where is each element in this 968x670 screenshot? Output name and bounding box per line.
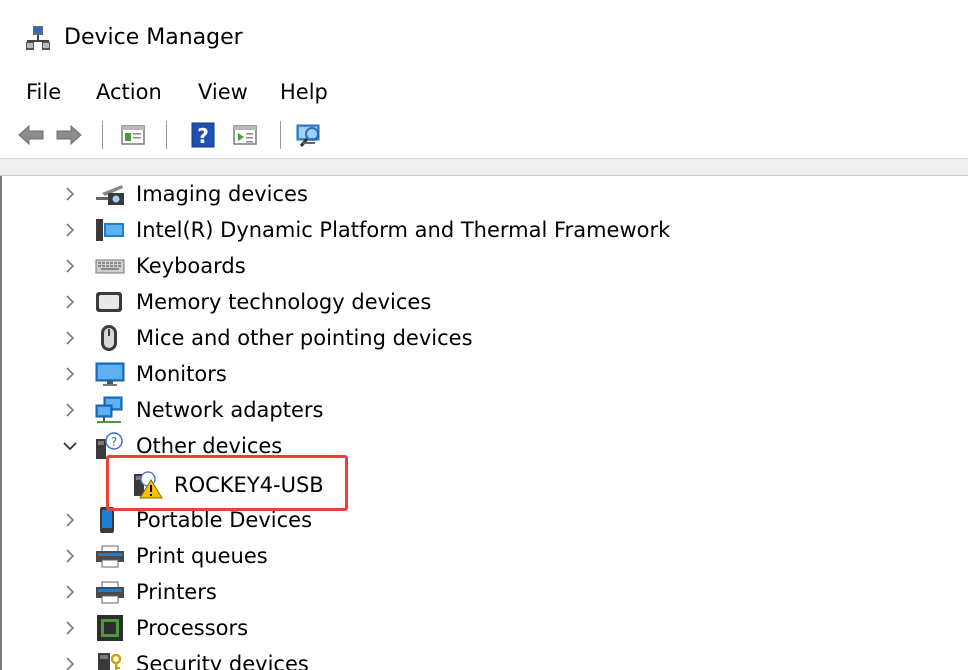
mouse-icon bbox=[101, 325, 117, 351]
security-device-icon bbox=[98, 653, 122, 670]
tree-node-other-devices[interactable]: ? Other devices bbox=[2, 428, 902, 464]
tree-node-label: Print queues bbox=[136, 544, 268, 568]
menu-action[interactable]: Action bbox=[94, 78, 164, 106]
chevron-right-icon[interactable] bbox=[62, 656, 78, 670]
portable-device-icon bbox=[100, 507, 114, 533]
processor-icon bbox=[97, 615, 123, 641]
menu-view[interactable]: View bbox=[196, 78, 250, 106]
tree-node-label: Network adapters bbox=[136, 398, 324, 422]
help-icon[interactable]: ? bbox=[188, 120, 218, 150]
memory-card-icon bbox=[96, 292, 122, 312]
tree-node-label: Processors bbox=[136, 616, 249, 640]
tree-node-label: Portable Devices bbox=[136, 508, 313, 532]
tree-node-label: Other devices bbox=[136, 434, 283, 458]
tree-node-intel-dptf[interactable]: Intel(R) Dynamic Platform and Thermal Fr… bbox=[2, 212, 902, 248]
tree-node-label: Intel(R) Dynamic Platform and Thermal Fr… bbox=[136, 218, 671, 242]
chevron-down-icon[interactable] bbox=[62, 438, 78, 454]
intel-device-icon bbox=[96, 219, 124, 241]
chevron-right-icon[interactable] bbox=[62, 222, 78, 238]
tree-node-keyboards[interactable]: Keyboards bbox=[2, 248, 902, 284]
chevron-right-icon[interactable] bbox=[62, 258, 78, 274]
unknown-device-icon: ? bbox=[96, 432, 123, 459]
svg-text:?: ? bbox=[111, 435, 117, 449]
printer-icon bbox=[96, 545, 124, 568]
back-arrow-icon[interactable] bbox=[16, 120, 46, 150]
svg-text:?: ? bbox=[197, 124, 209, 148]
tree-node-label: Monitors bbox=[136, 362, 227, 386]
monitor-icon bbox=[95, 362, 125, 386]
properties-icon[interactable] bbox=[118, 120, 148, 150]
tree-node-rockey4-usb[interactable]: ROCKEY4-USB bbox=[2, 460, 902, 499]
toolbar-separator bbox=[280, 121, 281, 149]
tree-node-label: Printers bbox=[136, 580, 217, 604]
tree-node-label: Memory technology devices bbox=[136, 290, 432, 314]
chevron-right-icon[interactable] bbox=[62, 186, 78, 202]
menu-bar: File Action View Help bbox=[0, 72, 968, 112]
tree-node-label: Mice and other pointing devices bbox=[136, 326, 473, 350]
chevron-right-icon[interactable] bbox=[62, 294, 78, 310]
warning-device-icon bbox=[134, 471, 163, 499]
tree-node-security-devices[interactable]: Security devices bbox=[2, 646, 902, 670]
forward-arrow-icon[interactable] bbox=[54, 120, 84, 150]
chevron-right-icon[interactable] bbox=[62, 366, 78, 382]
tree-node-portable-devices[interactable]: Portable Devices bbox=[2, 502, 902, 538]
update-driver-icon[interactable] bbox=[230, 120, 260, 150]
camera-icon bbox=[96, 185, 124, 205]
tree-node-label: Imaging devices bbox=[136, 182, 308, 206]
tree-node-processors[interactable]: Processors bbox=[2, 610, 902, 646]
tree-node-mice[interactable]: Mice and other pointing devices bbox=[2, 320, 902, 356]
tree-node-print-queues[interactable]: Print queues bbox=[2, 538, 902, 574]
toolbar: ? bbox=[0, 112, 968, 159]
toolbar-separator bbox=[166, 121, 167, 149]
scan-hardware-icon[interactable] bbox=[294, 120, 324, 150]
tree-node-label: Security devices bbox=[136, 652, 309, 670]
device-manager-icon bbox=[26, 26, 50, 50]
printer-icon bbox=[96, 581, 124, 604]
tree-node-memory-technology-devices[interactable]: Memory technology devices bbox=[2, 284, 902, 320]
window-title: Device Manager bbox=[64, 25, 243, 50]
tree-node-imaging-devices[interactable]: Imaging devices bbox=[2, 176, 902, 212]
chevron-right-icon[interactable] bbox=[62, 512, 78, 528]
tree-node-monitors[interactable]: Monitors bbox=[2, 356, 902, 392]
tree-node-printers[interactable]: Printers bbox=[2, 574, 902, 610]
chevron-right-icon[interactable] bbox=[62, 402, 78, 418]
title-bar: Device Manager bbox=[0, 0, 968, 72]
network-adapter-icon bbox=[95, 396, 123, 423]
pane-separator bbox=[0, 159, 968, 176]
keyboard-icon bbox=[95, 259, 125, 274]
menu-file[interactable]: File bbox=[24, 78, 63, 106]
chevron-right-icon[interactable] bbox=[62, 548, 78, 564]
chevron-right-icon[interactable] bbox=[62, 330, 78, 346]
chevron-right-icon[interactable] bbox=[62, 584, 78, 600]
device-manager-window: Device Manager File Action View Help ? I… bbox=[0, 0, 968, 670]
tree-node-label: Keyboards bbox=[136, 254, 246, 278]
tree-node-network-adapters[interactable]: Network adapters bbox=[2, 392, 902, 428]
chevron-right-icon[interactable] bbox=[62, 620, 78, 636]
device-tree: Imaging devices Intel(R) Dynamic Platfor… bbox=[0, 176, 968, 670]
toolbar-separator bbox=[102, 121, 103, 149]
menu-help[interactable]: Help bbox=[278, 78, 330, 106]
tree-node-label: ROCKEY4-USB bbox=[174, 473, 324, 497]
